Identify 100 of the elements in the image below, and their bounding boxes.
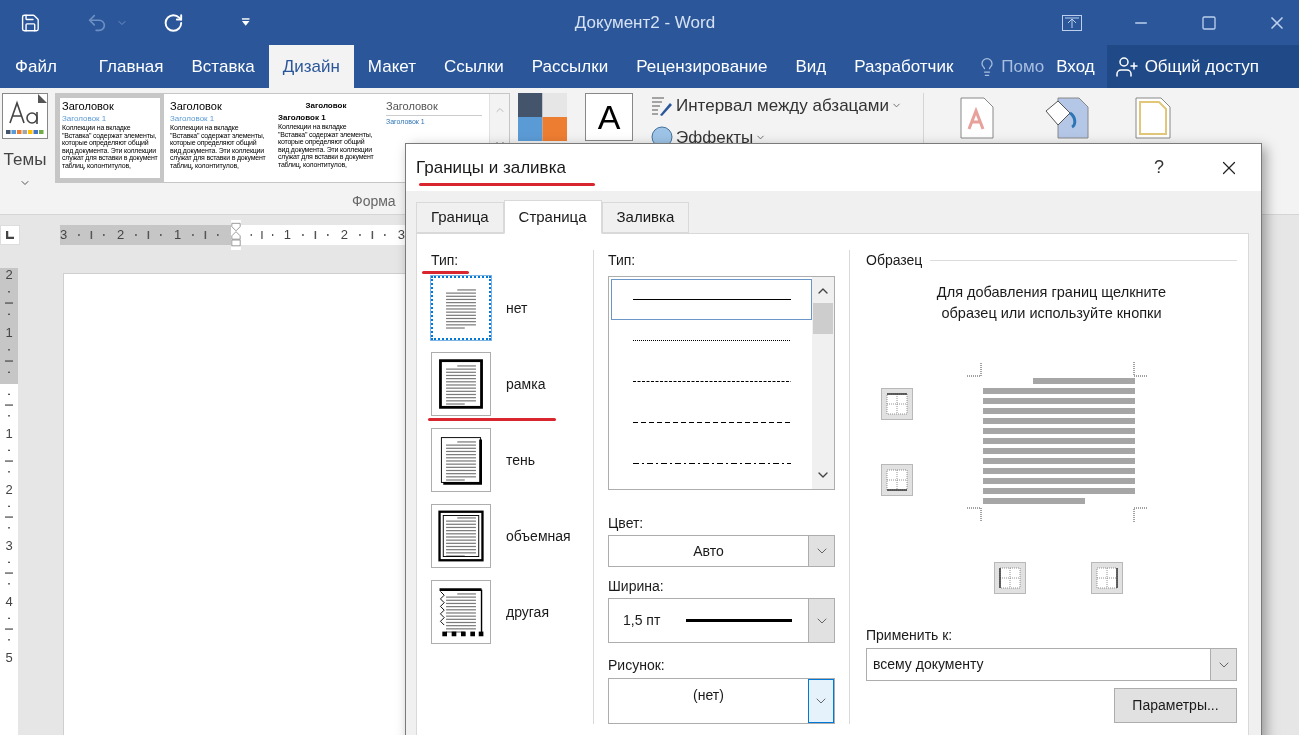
user-plus-icon xyxy=(1114,54,1139,79)
scroll-thumb[interactable] xyxy=(813,303,833,334)
color-scheme-icon[interactable] xyxy=(518,93,567,141)
thumbnail-subheading: Заголовок 1 xyxy=(62,114,108,123)
thumbnail-subheading: Заголовок 1 xyxy=(278,113,327,122)
dialog-title: Границы и заливка xyxy=(416,156,566,179)
setting-option-label[interactable]: объемная xyxy=(506,525,571,547)
preview-label: Образец xyxy=(866,250,923,270)
ribbon-tab[interactable]: Вставка xyxy=(177,45,269,88)
fine-dashed-line-icon xyxy=(632,380,791,383)
left-border-button[interactable] xyxy=(994,562,1026,594)
color-label: Цвет: xyxy=(608,514,645,533)
apply-to-value: всему документу xyxy=(873,655,984,674)
indent-marker-icon[interactable] xyxy=(231,220,241,250)
ruler-number: 2 xyxy=(5,268,13,281)
dotted-line-icon xyxy=(632,339,791,342)
setting-option-button[interactable] xyxy=(431,504,491,568)
window-title: Документ2 - Word xyxy=(574,11,716,34)
ribbon-tab[interactable]: Рассылки xyxy=(517,45,623,88)
thumbnail-heading: Заголовок xyxy=(386,100,482,116)
thumbnail-heading: Заголовок xyxy=(305,100,347,112)
share-button[interactable]: Общий доступ xyxy=(1106,45,1299,88)
page-color-icon[interactable] xyxy=(1044,97,1090,139)
ruler-number: 1 xyxy=(5,326,13,339)
top-border-button[interactable] xyxy=(881,388,913,420)
themes-button[interactable]: Темы xyxy=(0,93,50,189)
ribbon-tab[interactable]: Рецензирование xyxy=(622,45,782,88)
apply-to-label: Применить к: xyxy=(866,626,954,645)
themes-label: Темы xyxy=(3,149,47,171)
paragraph-spacing-icon[interactable] xyxy=(650,94,674,117)
dropdown-button[interactable] xyxy=(808,679,834,723)
tab-selector[interactable] xyxy=(0,225,20,245)
ribbon-tab[interactable]: Вид xyxy=(781,45,841,88)
annotation-underline xyxy=(422,271,469,274)
top-border-icon xyxy=(885,392,909,416)
maximize-icon[interactable] xyxy=(1200,14,1217,31)
ribbon-tab[interactable]: Дизайн xyxy=(268,45,354,88)
thumbnail-heading: Заголовок xyxy=(62,100,115,113)
style-label: Тип: xyxy=(608,251,637,270)
ruler-number: 2 xyxy=(340,226,348,245)
bottom-border-button[interactable] xyxy=(881,464,913,496)
thumbnail-subheading: Заголовок 1 xyxy=(170,114,216,123)
ruler-number: 3 xyxy=(60,226,68,245)
tell-me-field[interactable]: Помо xyxy=(1001,53,1045,80)
solid-line-icon xyxy=(632,298,791,301)
dialog-tab[interactable]: Граница xyxy=(416,202,504,233)
paragraph-spacing-label[interactable]: Интервал между абзацами xyxy=(676,93,889,119)
page-borders-icon[interactable] xyxy=(1135,97,1171,139)
ruler-number: 2 xyxy=(5,483,13,496)
setting-option-label[interactable]: нет xyxy=(506,297,528,319)
preview-hint: Для добавления границ щелкните образец или используйте кнопки xyxy=(935,283,1168,323)
right-border-button[interactable] xyxy=(1091,562,1123,594)
right-border-icon xyxy=(1095,566,1119,590)
thumbnail-heading: Заголовок xyxy=(170,100,223,113)
line-width-icon xyxy=(686,619,793,622)
ribbon-tab[interactable]: Разработчик xyxy=(840,45,968,88)
dashed-line-icon xyxy=(632,421,791,424)
dialog-tab[interactable]: Заливка xyxy=(601,202,690,233)
help-button[interactable]: ? xyxy=(1141,149,1177,186)
group-label: Форма xyxy=(352,191,396,211)
width-value: 1,5 пт xyxy=(623,611,661,630)
dash-dot-line-icon xyxy=(632,462,791,465)
ruler-number: 1 xyxy=(174,226,182,245)
ruler-number: 1 xyxy=(5,427,13,440)
repeat-icon[interactable] xyxy=(162,11,184,34)
ribbon-tab[interactable]: Ссылки xyxy=(430,45,518,88)
dialog-tab[interactable]: Страница xyxy=(503,200,602,234)
setting-option-button[interactable] xyxy=(431,580,491,644)
watermark-icon[interactable] xyxy=(960,97,994,139)
left-border-icon xyxy=(998,566,1022,590)
ribbon-tab[interactable]: Файл xyxy=(0,45,85,88)
apply-to-dropdown[interactable]: всему документу xyxy=(866,648,1237,681)
color-dropdown[interactable]: Авто xyxy=(608,535,835,567)
ribbon-tab[interactable]: Главная xyxy=(84,45,178,88)
bottom-border-icon xyxy=(885,468,909,492)
left-tab-icon xyxy=(6,231,14,239)
customize-caret-icon[interactable] xyxy=(240,18,250,27)
ruler-number: 5 xyxy=(5,651,13,664)
ribbon-tab[interactable]: Макет xyxy=(353,45,430,88)
setting-option-button[interactable] xyxy=(431,352,491,416)
sign-in-link[interactable]: Вход xyxy=(1044,45,1107,88)
setting-label: Тип: xyxy=(431,251,460,270)
art-dropdown[interactable]: (нет) xyxy=(608,678,835,724)
width-dropdown[interactable]: 1,5 пт xyxy=(608,598,835,643)
setting-option-button[interactable] xyxy=(431,428,491,492)
fonts-button[interactable]: A xyxy=(585,93,633,141)
art-label: Рисунок: xyxy=(608,656,666,675)
setting-option-label[interactable]: другая xyxy=(506,601,549,623)
ribbon-display-icon[interactable] xyxy=(1062,14,1082,31)
setting-option-label[interactable]: рамка xyxy=(506,373,546,395)
art-value: (нет) xyxy=(693,686,724,705)
color-value: Авто xyxy=(693,541,724,561)
ruler-number: 3 xyxy=(397,226,405,245)
ruler-number: 4 xyxy=(5,595,13,608)
ruler-number: 1 xyxy=(283,226,291,245)
setting-option-label[interactable]: тень xyxy=(506,449,536,471)
scrollbar[interactable] xyxy=(812,277,834,489)
options-button[interactable]: Параметры... xyxy=(1114,688,1237,723)
ruler-number: 3 xyxy=(5,539,13,552)
width-label: Ширина: xyxy=(608,577,665,596)
